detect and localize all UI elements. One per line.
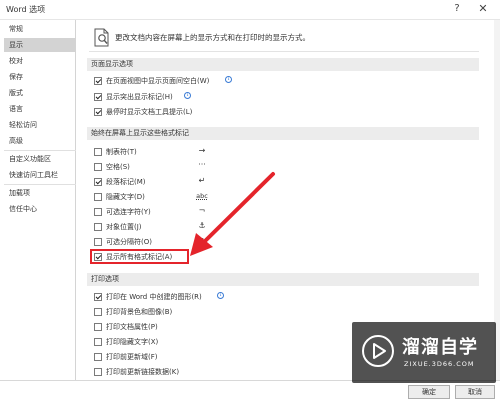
option-label: 打印文档属性(P) xyxy=(106,323,158,331)
sidebar-item-language[interactable]: 语言 xyxy=(4,102,76,116)
sidebar-item-advanced[interactable]: 高级 xyxy=(4,134,76,148)
anchor-icon: ⚓ xyxy=(198,221,206,230)
option-label: 在页面视图中显示页面间空白(W) xyxy=(106,77,210,85)
option-label: 隐藏文字(D) xyxy=(106,193,145,201)
checkbox[interactable] xyxy=(94,368,102,376)
highlight-box xyxy=(90,249,189,264)
space-mark-icon: ··· xyxy=(198,160,206,169)
checkbox[interactable] xyxy=(94,338,102,346)
break-mark-icon: ▯ xyxy=(199,236,205,245)
info-icon[interactable]: i xyxy=(184,92,191,99)
title-bar: Word 选项 ? ✕ xyxy=(0,0,500,20)
checkbox[interactable] xyxy=(94,308,102,316)
watermark: 溜溜自学 ZIXUE.3D66.COM xyxy=(352,322,496,383)
options-sidebar: 常规 显示 校对 保存 版式 语言 轻松访问 高级 自定义功能区 快速访问工具栏… xyxy=(4,20,76,380)
sidebar-item-quick-access-toolbar[interactable]: 快速访问工具栏 xyxy=(4,168,76,182)
checkbox[interactable] xyxy=(94,93,102,101)
option-label: 可选连字符(Y) xyxy=(106,208,151,216)
tab-mark-icon: → xyxy=(198,146,206,155)
ok-button[interactable]: 确定 xyxy=(408,385,450,399)
option-label: 空格(S) xyxy=(106,163,130,171)
sidebar-item-trust-center[interactable]: 信任中心 xyxy=(4,202,76,216)
checkbox[interactable] xyxy=(94,193,102,201)
sidebar-item-proofing[interactable]: 校对 xyxy=(4,54,76,68)
option-label: 打印背景色和图像(B) xyxy=(106,308,173,316)
sidebar-item-add-ins[interactable]: 加载项 xyxy=(4,186,76,200)
checkbox[interactable] xyxy=(94,293,102,301)
section-divider xyxy=(89,51,479,52)
option-label: 显示突出显示标记(H) xyxy=(106,93,173,101)
dialog-footer: 确定 取消 xyxy=(0,380,500,401)
sidebar-divider xyxy=(4,150,76,151)
play-logo-icon xyxy=(362,335,394,367)
info-icon[interactable]: i xyxy=(225,76,232,83)
sidebar-item-save[interactable]: 保存 xyxy=(4,70,76,84)
option-label: 打印隐藏文字(X) xyxy=(106,338,159,346)
sidebar-divider xyxy=(4,184,76,185)
page-display-header: 页面显示选项 xyxy=(87,58,479,71)
paragraph-mark-icon: ↵ xyxy=(198,176,206,185)
option-label: 打印在 Word 中创建的图形(R) xyxy=(106,293,202,301)
hyphen-mark-icon: ¬ xyxy=(198,206,206,215)
checkbox[interactable] xyxy=(94,208,102,216)
sidebar-item-accessibility[interactable]: 轻松访问 xyxy=(4,118,76,132)
sidebar-item-customize-ribbon[interactable]: 自定义功能区 xyxy=(4,152,76,166)
checkbox[interactable] xyxy=(94,323,102,331)
close-button[interactable]: ✕ xyxy=(476,2,490,15)
checkbox[interactable] xyxy=(94,108,102,116)
option-label: 制表符(T) xyxy=(106,148,137,156)
watermark-url: ZIXUE.3D66.COM xyxy=(404,360,475,368)
option-label: 对象位置(J) xyxy=(106,223,142,231)
info-icon[interactable]: i xyxy=(217,292,224,299)
watermark-title: 溜溜自学 xyxy=(402,337,478,358)
document-search-icon xyxy=(94,28,109,47)
page-description: 更改文档内容在屏幕上的显示方式和在打印时的显示方式。 xyxy=(115,33,310,42)
window-title: Word 选项 xyxy=(6,5,46,14)
sidebar-item-display[interactable]: 显示 xyxy=(4,38,76,52)
checkbox[interactable] xyxy=(94,238,102,246)
cancel-button[interactable]: 取消 xyxy=(455,385,495,399)
hidden-text-mark-icon: abc xyxy=(196,192,208,200)
formatting-marks-header: 始终在屏幕上显示这些格式标记 xyxy=(87,127,479,140)
help-button[interactable]: ? xyxy=(451,3,463,14)
sidebar-item-general[interactable]: 常规 xyxy=(4,22,76,36)
option-label: 段落标记(M) xyxy=(106,178,146,186)
checkbox[interactable] xyxy=(94,223,102,231)
option-label: 可选分隔符(O) xyxy=(106,238,152,246)
print-options-header: 打印选项 xyxy=(87,273,479,286)
checkbox[interactable] xyxy=(94,77,102,85)
sidebar-item-layout[interactable]: 版式 xyxy=(4,86,76,100)
option-label: 悬停时显示文档工具提示(L) xyxy=(106,108,193,116)
checkbox[interactable] xyxy=(94,178,102,186)
checkbox[interactable] xyxy=(94,163,102,171)
checkbox[interactable] xyxy=(94,148,102,156)
option-label: 打印前更新域(F) xyxy=(106,353,158,361)
option-label: 打印前更新链接数据(K) xyxy=(106,368,180,376)
checkbox[interactable] xyxy=(94,353,102,361)
